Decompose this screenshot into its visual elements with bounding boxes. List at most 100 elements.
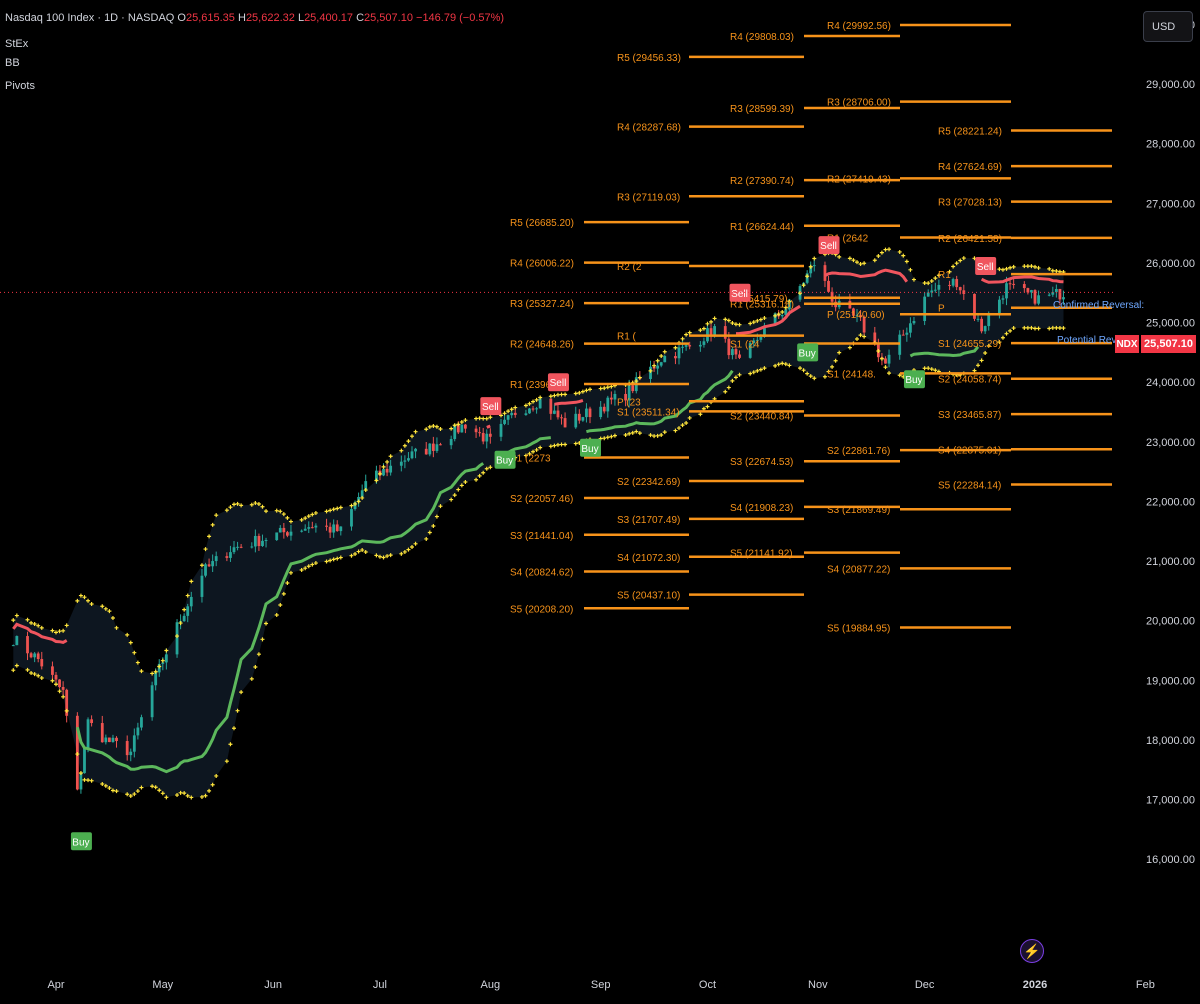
candle <box>585 408 588 418</box>
candle <box>154 672 158 686</box>
y-axis-tick-label: 24,000.00 <box>1146 377 1195 389</box>
candle <box>976 318 980 320</box>
x-axis-tick-label: Sep <box>591 979 611 991</box>
candle <box>599 406 603 418</box>
candle <box>649 366 652 379</box>
high-value: 25,622.32 <box>245 12 295 24</box>
currency-button[interactable]: USD <box>1143 11 1193 42</box>
candle <box>15 636 19 646</box>
candle <box>257 535 261 547</box>
candle <box>901 334 905 336</box>
candle <box>61 686 65 690</box>
pivot-level-label: R4 (27624.69) <box>938 162 1002 173</box>
candle <box>560 417 563 419</box>
candle <box>887 354 891 364</box>
pivot-level-label: R2 (24648.26) <box>510 340 574 351</box>
pivot-level-label: S3 (22674.53) <box>730 457 793 468</box>
candle <box>300 530 304 532</box>
candle <box>980 318 983 332</box>
symbol-legend[interactable]: Nasdaq 100 Index · 1D · NASDAQ O25,615.3… <box>5 12 504 24</box>
candle <box>538 398 542 409</box>
candle <box>827 280 830 292</box>
buy-signal: Buy <box>494 450 516 469</box>
candle <box>609 397 613 400</box>
candle <box>399 461 403 466</box>
candle <box>51 666 54 675</box>
candle <box>823 265 827 281</box>
candle <box>574 413 578 428</box>
pivot-level-label: S1 (24655.29) <box>938 339 1001 350</box>
candle <box>698 344 702 347</box>
lightning-icon[interactable]: ⚡ <box>1020 939 1044 963</box>
candle <box>553 410 556 414</box>
candle <box>108 737 111 743</box>
candle <box>513 412 517 415</box>
candle <box>79 773 83 790</box>
indicator-bb[interactable]: BB <box>5 57 20 69</box>
candle <box>488 433 492 437</box>
y-axis-tick-label: 19,000.00 <box>1146 675 1195 687</box>
candle <box>663 356 667 363</box>
candle <box>310 527 314 529</box>
candle <box>1026 288 1030 293</box>
candle <box>1054 288 1058 293</box>
y-axis-tick-label: 22,000.00 <box>1146 496 1195 508</box>
low-value: 25,400.17 <box>304 12 353 24</box>
x-axis-tick-label: May <box>152 979 173 991</box>
candle <box>250 546 254 548</box>
pivot-level-label: S5 (19884.95) <box>827 624 890 635</box>
pivot-level-label: S1 (24 <box>730 339 760 350</box>
pivot-level-label: S4 (21072.30) <box>617 553 680 564</box>
candle <box>325 525 328 527</box>
candle <box>211 561 215 567</box>
candle <box>898 334 902 355</box>
sell-signal-label: Sell <box>977 262 994 273</box>
pivot-level-label: R1 (26624.44) <box>730 222 794 233</box>
candle <box>1001 298 1005 300</box>
indicator-pivots[interactable]: Pivots <box>5 80 35 92</box>
last-price-tag: 25,507.10 <box>1141 335 1196 353</box>
open-value: 25,615.35 <box>185 12 235 24</box>
pivot-level-label: S1 (24148. <box>827 369 876 380</box>
pivot-level-label: R5 (29456.33) <box>617 53 681 64</box>
candle <box>909 323 912 333</box>
candle <box>58 679 61 687</box>
x-axis-tick-label: Feb <box>1136 979 1155 991</box>
candle <box>1058 288 1062 300</box>
indicator-stex[interactable]: StEx <box>5 38 28 50</box>
candle <box>86 719 90 748</box>
pivot-level-label: S5 (20437.10) <box>617 591 680 602</box>
x-axis-tick-label: Dec <box>915 979 935 991</box>
pivot-level-label: R2 (2 <box>617 262 642 273</box>
chart-canvas[interactable]: R5 (26685.20) R4 (26006.22) R3 (25327.24) R… <box>0 0 1200 1004</box>
pivot-level-label: R1 (2396 <box>510 380 552 391</box>
candle <box>229 552 232 558</box>
candle <box>236 546 239 548</box>
pivot-level-label: S1 (2273 <box>510 454 551 465</box>
y-axis-tick-label: 16,000.00 <box>1146 854 1195 866</box>
y-axis-tick-label: 20,000.00 <box>1146 616 1195 628</box>
candle <box>26 636 29 654</box>
candle <box>499 423 503 437</box>
pivot-level-label: R5 (26685.20) <box>510 218 574 229</box>
confirmed-reversal-label: Confirmed Reversal: <box>1053 300 1145 311</box>
candle <box>314 525 318 528</box>
candle <box>998 299 1001 315</box>
candle <box>253 535 257 547</box>
candle <box>702 341 706 345</box>
y-axis-tick-label: 28,000.00 <box>1146 139 1195 151</box>
candle <box>684 345 688 347</box>
candle <box>328 526 332 533</box>
candle <box>100 723 104 743</box>
pivot-level-label: R2 (26421.58) <box>938 234 1002 245</box>
candle <box>111 737 115 743</box>
candle <box>677 347 681 359</box>
pivot-level-label: R4 (29808.03) <box>730 32 794 43</box>
candle <box>332 524 336 533</box>
pivot-level-label: P (25140.60) <box>827 310 885 321</box>
pivot-level-label: S5 (20208.20) <box>510 604 573 615</box>
pivot-level-label: R1 ( <box>617 332 637 343</box>
candle <box>431 443 435 451</box>
candle <box>1022 284 1026 289</box>
candle <box>175 622 179 655</box>
